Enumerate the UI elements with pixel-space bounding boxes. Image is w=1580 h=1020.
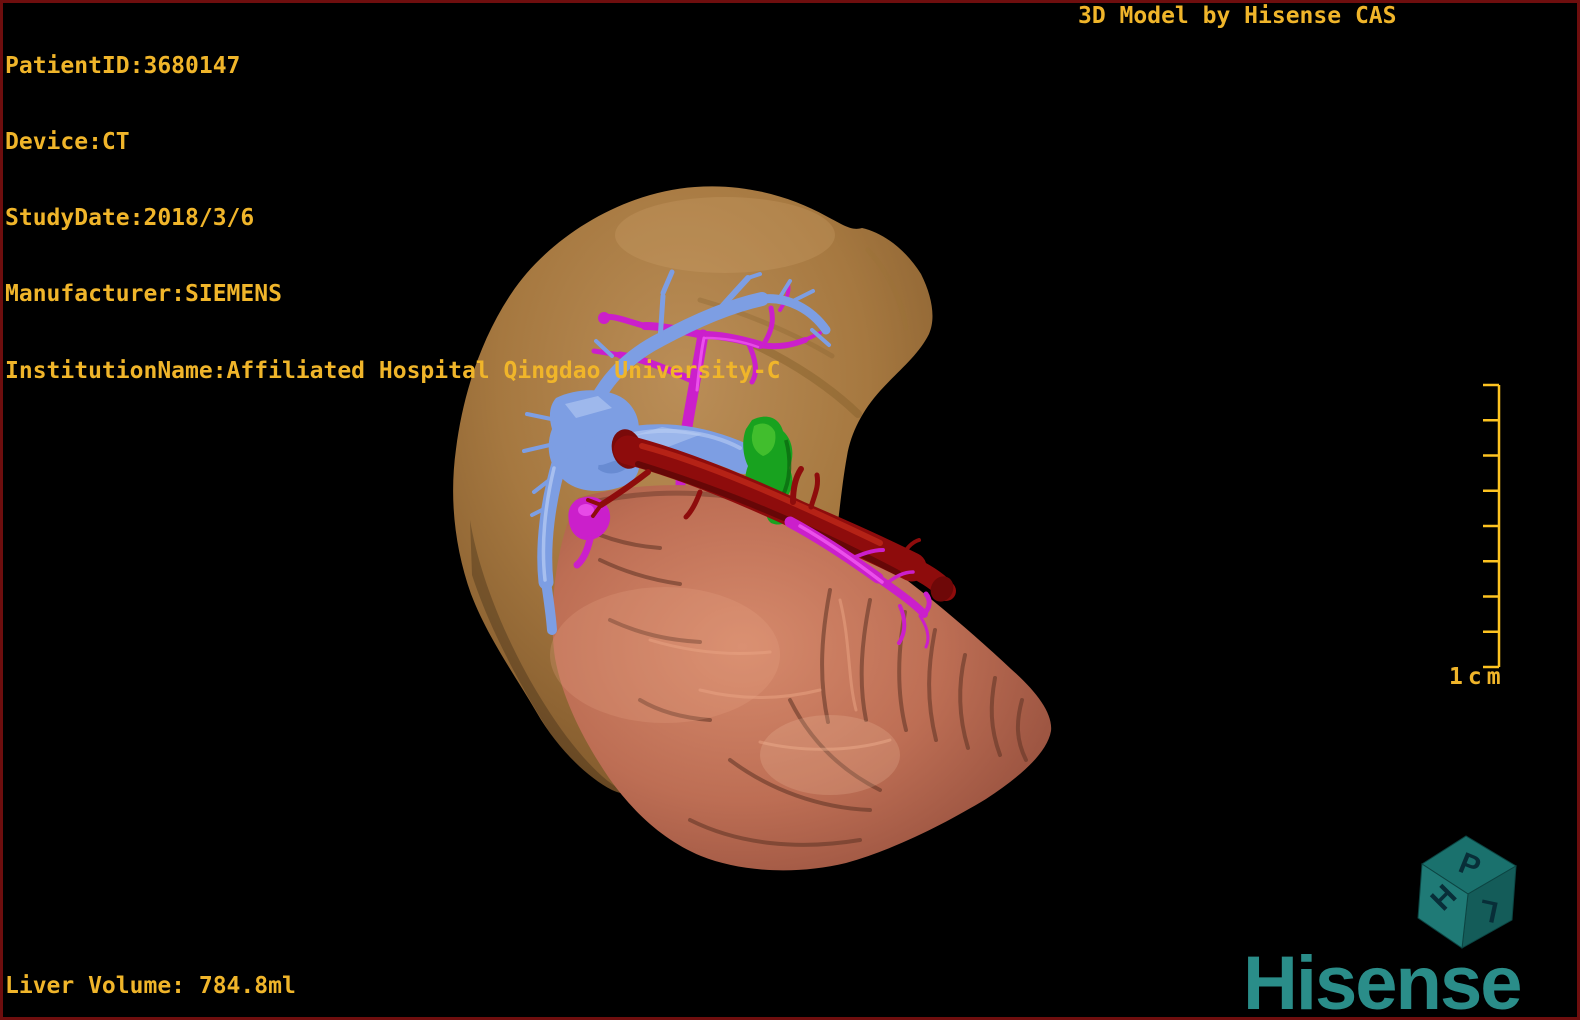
scale-bar-label: 1cm [1449,664,1506,690]
manufacturer-text: Manufacturer:SIEMENS [5,281,282,308]
device-text: Device:CT [5,129,130,156]
watermark-text: 3D Model by Hisense CAS [1078,3,1397,29]
patient-info-overlay: PatientID:3680147 Device:CT StudyDate:20… [5,3,780,435]
scale-bar-ticks [1483,383,1499,669]
patient-id-text: PatientID:3680147 [5,52,241,79]
study-date-text: StudyDate:2018/3/6 [5,205,255,232]
orientation-cube[interactable]: P H L [1405,823,1535,958]
liver-volume-text: Liver Volume: 784.8ml [5,973,296,999]
institution-text: InstitutionName:Affiliated Hospital Qing… [5,357,781,384]
scale-bar [1483,383,1501,669]
stomach-mesh [550,485,1052,871]
viewer-stage: PatientID:3680147 Device:CT StudyDate:20… [0,0,1580,1020]
hisense-logo: Hisense [1243,941,1522,1020]
